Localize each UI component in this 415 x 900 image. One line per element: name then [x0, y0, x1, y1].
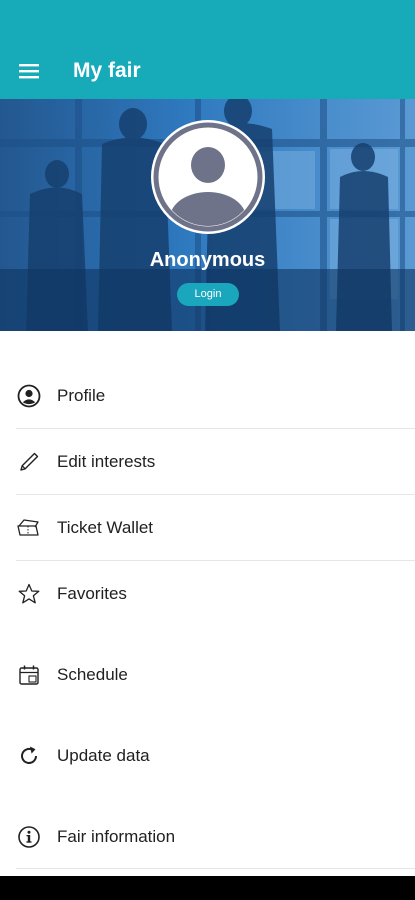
menu-item-label: Fair information	[57, 827, 176, 846]
ticket-wallet-icon	[16, 515, 42, 541]
divider	[16, 560, 415, 561]
divider	[16, 494, 415, 495]
divider	[16, 868, 415, 869]
star-icon	[16, 581, 42, 607]
refresh-icon	[16, 743, 42, 769]
calendar-icon	[16, 662, 42, 688]
menu-item-label: Favorites	[57, 584, 127, 603]
user-name: Anonymous	[149, 249, 266, 271]
login-button[interactable]: Login	[177, 283, 239, 306]
menu-item-label: Edit interests	[57, 452, 156, 471]
menu-item-label: Ticket Wallet	[57, 518, 154, 537]
avatar	[151, 120, 265, 234]
menu-item-label: Update data	[57, 746, 150, 765]
menu-item-ticket-wallet[interactable]: Ticket Wallet	[0, 513, 415, 543]
menu-item-label: Profile	[57, 386, 106, 405]
divider	[16, 428, 415, 429]
hamburger-menu-icon	[19, 64, 39, 79]
system-navigation-bar	[0, 876, 415, 900]
menu-item-favorites[interactable]: Favorites	[0, 579, 415, 609]
menu-item-schedule[interactable]: Schedule	[0, 660, 415, 690]
user-circle-icon	[16, 383, 42, 409]
default-user-avatar-icon	[153, 122, 263, 232]
hamburger-menu-button[interactable]	[10, 52, 48, 90]
menu-item-profile[interactable]: Profile	[0, 381, 415, 411]
info-icon	[16, 824, 42, 850]
menu-item-label: Schedule	[57, 665, 128, 684]
menu-item-fair-information[interactable]: Fair information	[0, 822, 415, 852]
profile-header: Anonymous Login	[0, 99, 415, 331]
page-title: My fair	[73, 59, 141, 82]
pencil-icon	[16, 449, 42, 475]
app-bar: My fair	[0, 0, 415, 99]
menu-item-update-data[interactable]: Update data	[0, 741, 415, 771]
menu-item-edit-interests[interactable]: Edit interests	[0, 447, 415, 477]
